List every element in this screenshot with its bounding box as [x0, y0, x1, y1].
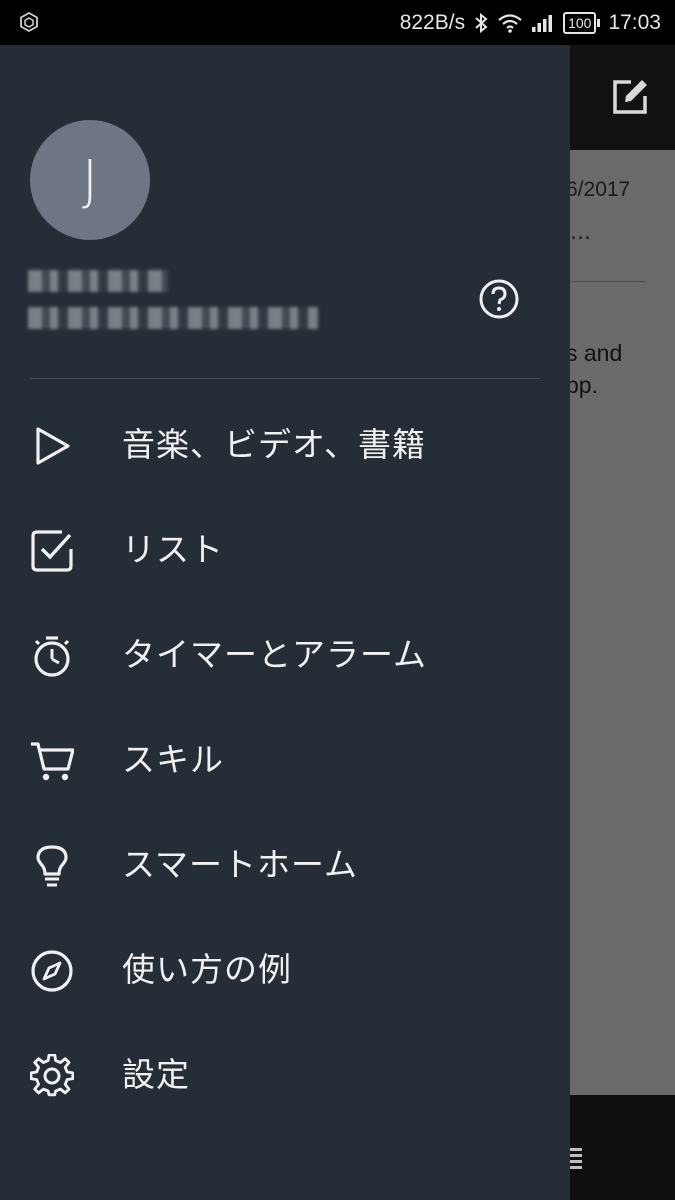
signal-icon [531, 13, 555, 33]
gear-icon [29, 1053, 75, 1098]
wifi-icon [497, 12, 523, 34]
lightbulb-icon [30, 844, 74, 888]
clock: 17:03 [608, 10, 661, 34]
user-email [28, 307, 318, 329]
menu-item-smart-home[interactable]: スマートホーム [0, 812, 570, 917]
menu-item-settings[interactable]: 設定 [0, 1022, 570, 1127]
help-icon[interactable] [478, 278, 520, 320]
checkbox-icon [30, 529, 74, 573]
cart-icon [30, 739, 75, 783]
menu-item-lists[interactable]: リスト [0, 497, 570, 602]
menu-item-media[interactable]: 音楽、ビデオ、書籍 [0, 392, 570, 497]
user-name [28, 270, 168, 292]
compass-icon [30, 949, 74, 993]
app-notification-icon [18, 11, 40, 38]
menu-item-label: タイマーとアラーム [122, 635, 428, 674]
menu-item-label: 音楽、ビデオ、書籍 [122, 425, 427, 464]
menu-item-label: リスト [122, 530, 224, 569]
drawer-divider [30, 378, 540, 379]
menu-item-skills[interactable]: スキル [0, 707, 570, 812]
bluetooth-icon [473, 12, 489, 34]
battery-icon: 100 [563, 11, 601, 34]
network-speed: 822B/s [399, 10, 466, 34]
drawer-scrim[interactable] [570, 45, 675, 1200]
menu-item-label: 使い方の例 [122, 950, 292, 989]
play-icon [30, 424, 74, 468]
menu-item-label: スマートホーム [122, 845, 359, 884]
stopwatch-icon [30, 634, 74, 678]
avatar[interactable]: J [30, 120, 150, 240]
status-bar: 822B/s 100 17:03 [0, 0, 675, 45]
menu-item-examples[interactable]: 使い方の例 [0, 917, 570, 1022]
navigation-drawer: J 音楽、ビデオ、書籍 リスト タイマーとアラーム スキル スマートホーム 使い… [0, 45, 570, 1200]
menu-item-timers-alarms[interactable]: タイマーとアラーム [0, 602, 570, 707]
menu-item-label: 設定 [122, 1055, 190, 1094]
drawer-menu: 音楽、ビデオ、書籍 リスト タイマーとアラーム スキル スマートホーム 使い方の… [0, 392, 570, 1127]
battery-level: 100 [563, 11, 597, 34]
menu-item-label: スキル [122, 740, 224, 779]
